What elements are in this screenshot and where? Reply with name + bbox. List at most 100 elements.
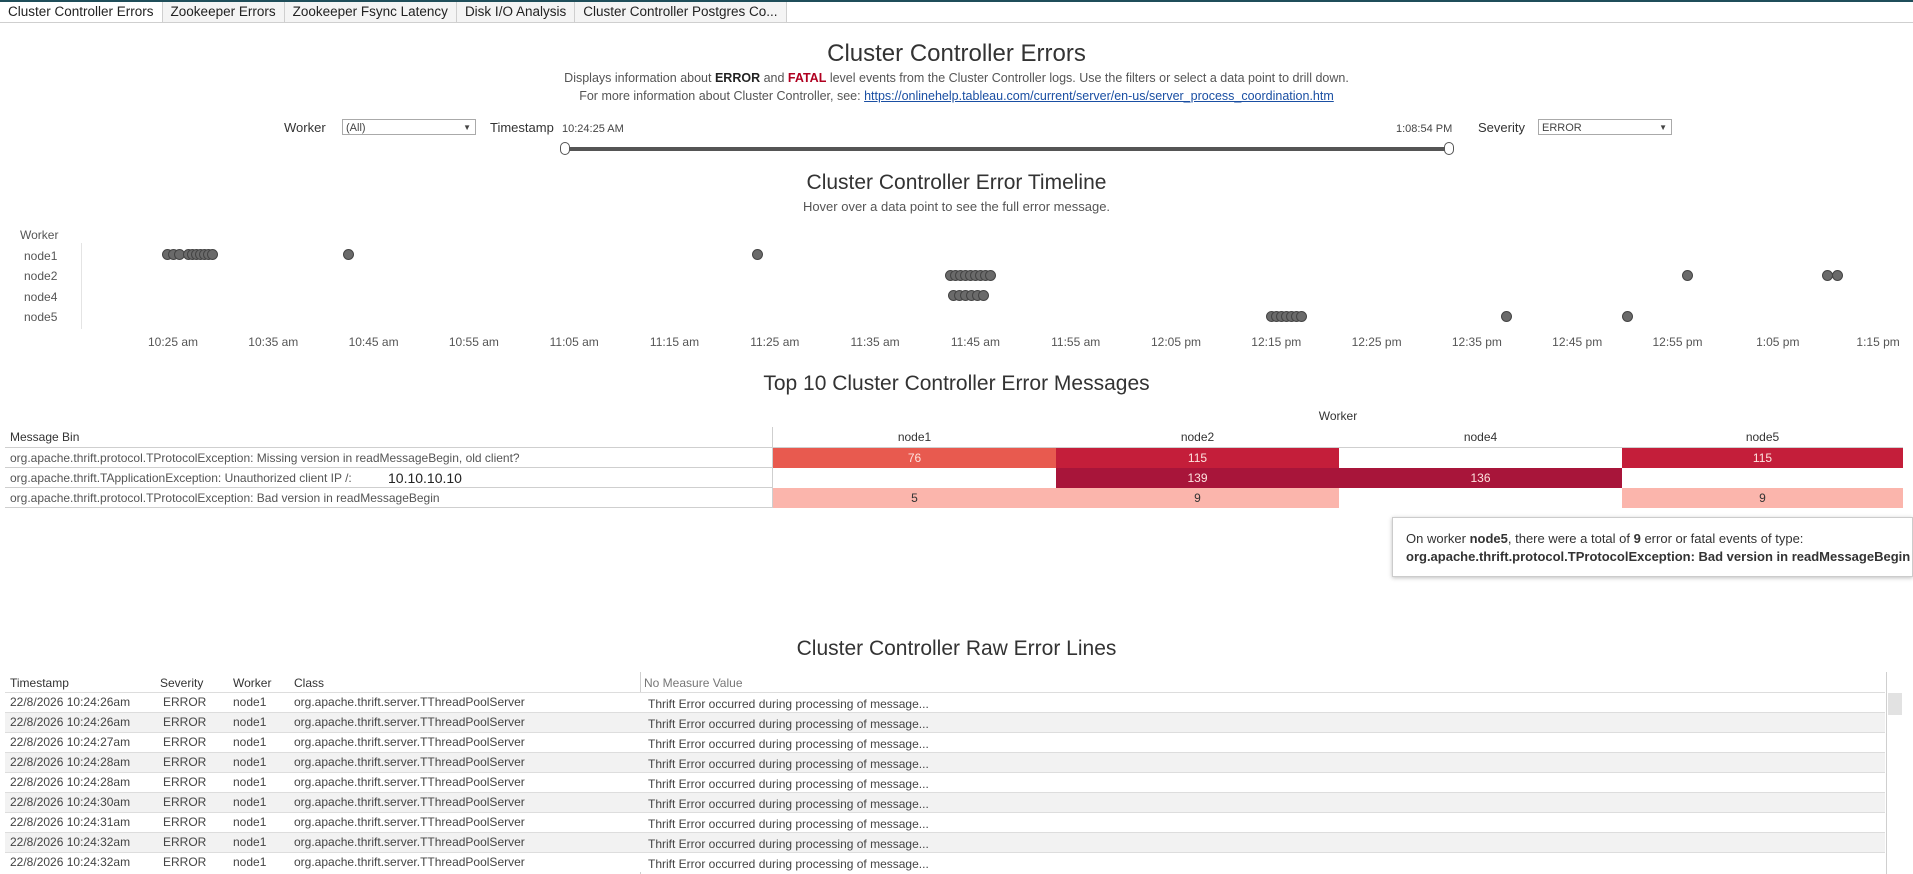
timeline-point-node5[interactable] [1501,310,1513,322]
table-cell: 22/8/2026 10:24:32am [10,835,131,849]
table-cell: ERROR [163,835,207,849]
tab-disk-io-analysis[interactable]: Disk I/O Analysis [456,2,576,22]
heatmap-cell[interactable]: 76 [773,448,1056,468]
timestamp-filter-label: Timestamp [490,120,554,135]
timeline-tick-label: 1:05 pm [1756,335,1800,349]
raw-table-scrollbar[interactable] [1888,693,1902,715]
desc-error-word: ERROR [714,71,761,85]
table-cell: node1 [233,775,267,789]
table-row[interactable] [5,772,1885,792]
timeline-point-node4[interactable] [977,289,989,301]
severity-filter-dropdown[interactable]: ERROR ▼ [1538,119,1672,135]
heatmap-cell[interactable]: 5 [773,488,1056,508]
table-row[interactable] [5,852,1885,872]
raw-col-header[interactable]: No Measure Value [644,676,743,690]
tab-cluster-controller-errors[interactable]: Cluster Controller Errors [0,2,163,22]
help-link[interactable]: https://onlinehelp.tableau.com/current/s… [864,89,1334,103]
table-cell: Thrift Error occurred during processing … [648,697,929,711]
table-cell: node1 [233,855,267,869]
worker-filter-value: (All) [346,122,366,134]
table-cell: org.apache.thrift.server.TThreadPoolServ… [294,815,525,829]
timeline-point-node2[interactable] [984,269,996,281]
timeline-point-node2[interactable] [1832,269,1844,281]
heatmap-cell[interactable]: 115 [1622,448,1903,468]
severity-filter-label: Severity [1478,120,1525,135]
timeline-tick-label: 10:25 am [147,335,199,349]
desc-text-pre: Displays information about [564,71,715,85]
table-cell: node1 [233,715,267,729]
table-cell: ERROR [163,815,207,829]
desc-fatal-word: FATAL [787,71,827,85]
timeline-axis-line [81,243,82,329]
table-cell: 22/8/2026 10:24:30am [10,795,131,809]
table-cell: ERROR [163,795,207,809]
heatmap-row-label[interactable]: org.apache.thrift.protocol.TProtocolExce… [10,451,520,465]
tooltip-count: 9 [1633,531,1641,546]
worker-filter-dropdown[interactable]: (All) ▼ [342,119,476,135]
heatmap-cell[interactable]: 139 [1056,468,1339,488]
table-row[interactable] [5,812,1885,832]
table-cell: Thrift Error occurred during processing … [648,797,929,811]
timeline-tick-label: 1:15 pm [1856,335,1900,349]
heatmap-cell[interactable]: 115 [1056,448,1339,468]
timestamp-slider-track[interactable] [564,147,1450,151]
timeline-tick-label: 10:55 am [448,335,499,349]
table-cell: Thrift Error occurred during processing … [648,857,929,871]
tooltip-text: error or fatal events of type: [1640,531,1804,546]
table-cell: 22/8/2026 10:24:26am [10,715,131,729]
raw-col-header[interactable]: Severity [160,676,203,690]
table-cell: Thrift Error occurred during processing … [648,817,929,831]
heatmap-col-header: node4 [1463,430,1498,444]
page-description-line1: Displays information about ERROR and FAT… [0,71,1913,85]
table-cell: ERROR [163,855,207,869]
tab-zookeeper-errors[interactable]: Zookeeper Errors [162,2,285,22]
heatmap-col-header: node2 [1180,430,1215,444]
table-cell: node1 [233,735,267,749]
timeline-point-node1[interactable] [752,248,764,260]
divider [5,487,773,488]
heatmap-col-header: node1 [897,430,932,444]
timestamp-slider-start-handle[interactable] [560,142,570,155]
tab-cluster-controller-postgres[interactable]: Cluster Controller Postgres Co... [575,2,787,22]
timeline-point-node2[interactable] [1682,269,1694,281]
table-cell: 22/8/2026 10:24:28am [10,755,131,769]
timestamp-slider-end-handle[interactable] [1444,142,1454,155]
table-cell: 22/8/2026 10:24:26am [10,695,131,709]
table-row[interactable] [5,732,1885,752]
table-cell: node1 [233,695,267,709]
table-cell: ERROR [163,755,207,769]
tooltip-worker: node5 [1469,531,1508,546]
table-row[interactable] [5,792,1885,812]
chevron-down-icon: ▼ [1659,123,1667,132]
table-cell: org.apache.thrift.server.TThreadPoolServ… [294,775,525,789]
timeline-point-node5[interactable] [1621,310,1633,322]
table-cell: Thrift Error occurred during processing … [648,717,929,731]
table-cell: 22/8/2026 10:24:32am [10,855,131,869]
table-row[interactable] [5,692,1885,712]
table-row[interactable] [5,752,1885,772]
raw-col-header[interactable]: Worker [233,676,271,690]
heatmap-row-label[interactable]: org.apache.thrift.TApplicationException:… [10,471,352,485]
timeline-row-header: Worker [20,228,59,242]
heatmap-cell[interactable]: 9 [1056,488,1339,508]
heatmap-cell[interactable]: 136 [1339,468,1622,488]
table-row[interactable] [5,832,1885,852]
raw-col-header[interactable]: Timestamp [10,676,69,690]
timeline-point-node5[interactable] [1295,310,1307,322]
table-row[interactable] [5,712,1885,732]
table-cell: node1 [233,795,267,809]
timeline-tick-label: 11:15 am [649,335,700,349]
raw-col-header[interactable]: Class [294,676,324,690]
table-cell: org.apache.thrift.server.TThreadPoolServ… [294,735,525,749]
table-cell: node1 [233,815,267,829]
timeline-point-node1[interactable] [206,248,218,260]
heatmap-row-label[interactable]: org.apache.thrift.protocol.TProtocolExce… [10,491,440,505]
heatmap-cell[interactable]: 9 [1622,488,1903,508]
timeline-point-node1[interactable] [343,248,355,260]
table-cell: node1 [233,755,267,769]
table-cell: org.apache.thrift.server.TThreadPoolServ… [294,855,525,869]
heatmap-row-header: Message Bin [10,430,80,444]
timeline-tick-label: 10:35 am [248,335,299,349]
heatmap-inline-ip: 10.10.10.10 [388,470,462,486]
tab-zookeeper-fsync-latency[interactable]: Zookeeper Fsync Latency [284,2,457,22]
